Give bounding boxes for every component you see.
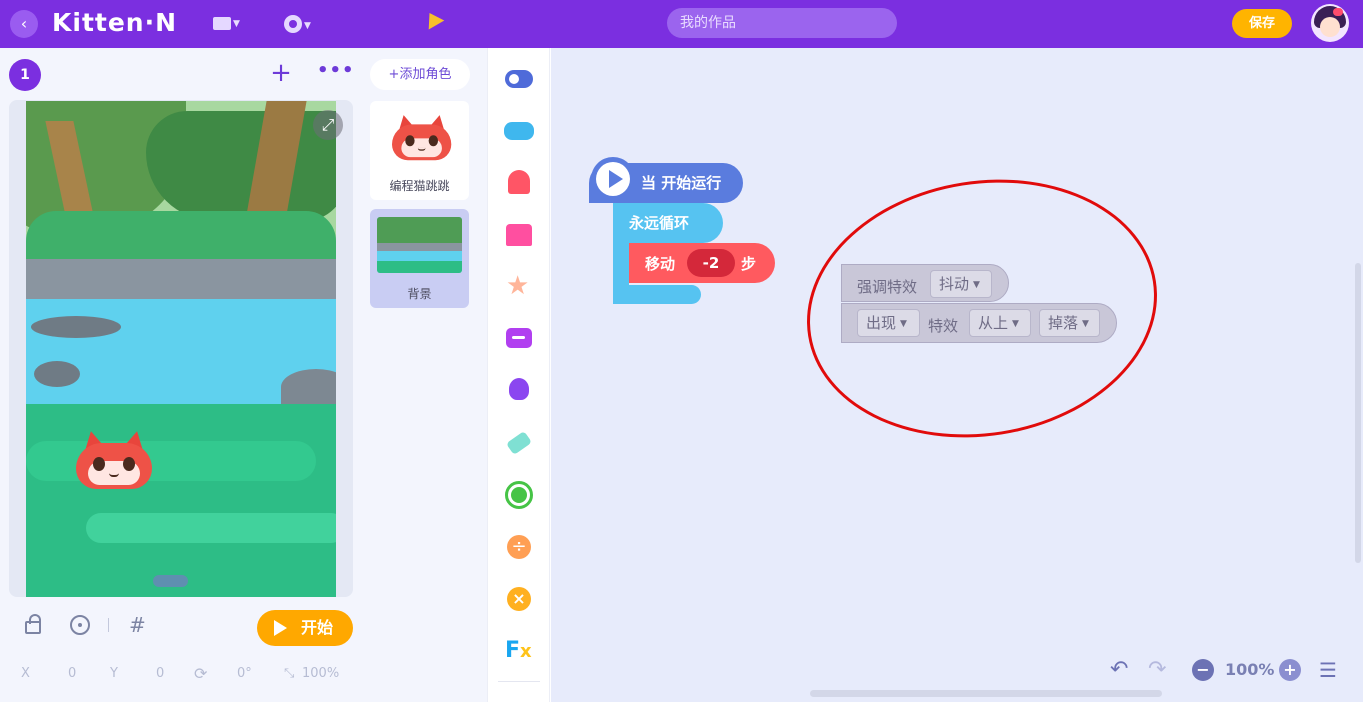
scale-icon: ⤡ [284, 666, 295, 681]
grid-icon[interactable]: # [129, 613, 151, 637]
folder-icon [213, 17, 231, 30]
annotation-circle [788, 155, 1176, 462]
add-role-button[interactable]: +添加角色 [370, 59, 470, 90]
category-control[interactable] [504, 115, 534, 145]
category-pen[interactable] [504, 428, 534, 458]
stage-frame [9, 100, 353, 597]
scale-value[interactable]: 100% [302, 665, 339, 683]
stage-canvas[interactable] [26, 101, 336, 597]
y-value[interactable]: 0 [156, 665, 164, 683]
category-events[interactable] [504, 63, 534, 93]
y-label: Y [110, 666, 118, 681]
stage-sprite-cat[interactable] [76, 428, 152, 489]
project-name-input[interactable]: 我的作品 [667, 8, 897, 38]
crosshair-icon[interactable] [68, 613, 92, 637]
align-blocks-icon[interactable]: ☰ [1319, 658, 1343, 682]
move-steps-block[interactable]: 移动 -2 步 [629, 243, 775, 283]
rotate-icon: ⟳ [194, 664, 208, 683]
cat-sprite-thumbnail [392, 113, 452, 161]
more-icon[interactable]: ••• [317, 61, 354, 85]
project-name-placeholder: 我的作品 [680, 15, 736, 31]
start-button[interactable]: 开始 [257, 610, 353, 646]
rotation-value[interactable]: 0° [237, 665, 252, 683]
category-effects[interactable]: ★ [504, 271, 534, 301]
lock-icon[interactable] [22, 613, 44, 637]
file-menu-button[interactable]: ▼ [213, 12, 247, 34]
toolbar-divider [108, 618, 109, 632]
star-icon: ★ [506, 271, 530, 301]
chat-bubble-icon [506, 328, 532, 348]
when-start-block[interactable]: 当 开始运行 [589, 157, 743, 203]
scene-badge[interactable]: 1 [9, 59, 41, 91]
add-scene-icon[interactable]: + [269, 60, 293, 86]
save-button[interactable]: 保存 [1232, 9, 1292, 38]
fx-icon: Fx [505, 638, 532, 663]
ghost-icon [508, 170, 530, 194]
category-variables[interactable]: × [504, 584, 534, 614]
category-math[interactable]: ÷ [504, 532, 534, 562]
settings-menu-button[interactable]: ▼ [284, 12, 318, 34]
x-label: X [21, 666, 30, 681]
block-category-bar: ★ ÷ × Fx [487, 48, 550, 702]
gamepad-icon [504, 122, 534, 140]
category-divider [498, 681, 540, 682]
x-circle-icon: × [507, 587, 531, 611]
bulb-icon [509, 378, 529, 400]
app-logo: Kitten·N [52, 8, 178, 37]
top-bar: ‹ Kitten·N ▼ ▼ 我的作品 保存 [0, 0, 1363, 48]
code-workspace[interactable]: 当 开始运行 永远循环 移动 -2 步 强调特效 抖动 ▼ 出现 ▼ 特效 从上 ▼ … [551, 48, 1363, 702]
stage-panel: 1 + ••• +添加角色 ⤢ 编程猫跳跳 背景 # 开始 X 0 Y 0 ⟳ … [0, 48, 487, 702]
role-name: 编程猫跳跳 [389, 179, 450, 193]
move-steps-input[interactable]: -2 [687, 249, 735, 277]
user-avatar[interactable] [1311, 4, 1349, 42]
chevron-down-icon: ▼ [233, 19, 240, 29]
zoom-in-button[interactable]: + [1279, 659, 1301, 681]
back-icon: ‹ [20, 14, 28, 33]
x-value[interactable]: 0 [68, 665, 76, 683]
zoom-out-button[interactable]: − [1192, 659, 1214, 681]
horizontal-scrollbar[interactable] [810, 690, 1162, 697]
back-button[interactable]: ‹ [10, 10, 38, 38]
category-sensing[interactable] [504, 376, 534, 406]
play-icon [591, 157, 635, 201]
vertical-scrollbar[interactable] [1355, 263, 1361, 563]
undo-icon[interactable]: ↶ [1110, 658, 1136, 682]
divide-icon: ÷ [507, 535, 531, 559]
redo-icon[interactable]: ↷ [1148, 658, 1174, 682]
category-functions[interactable]: Fx [504, 636, 534, 666]
category-sound[interactable] [504, 324, 534, 354]
zoom-level: 100% [1225, 660, 1275, 679]
eraser-icon [505, 430, 533, 456]
category-appearance[interactable] [504, 219, 534, 249]
play-icon [274, 620, 287, 636]
category-operators[interactable] [504, 480, 534, 510]
fullscreen-icon[interactable]: ⤢ [313, 110, 343, 140]
background-card[interactable]: 背景 [370, 209, 469, 308]
role-card[interactable]: 编程猫跳跳 [370, 101, 469, 200]
category-actions[interactable] [504, 167, 534, 197]
gear-icon [284, 15, 302, 33]
role-name: 背景 [407, 287, 432, 301]
role-list: 编程猫跳跳 背景 [370, 101, 469, 311]
shirt-icon [506, 224, 532, 246]
toggle-icon [505, 70, 533, 88]
background-thumbnail [377, 217, 462, 273]
chevron-down-icon: ▼ [304, 21, 311, 31]
circle-icon [505, 481, 533, 509]
cursor-icon [421, 8, 445, 30]
